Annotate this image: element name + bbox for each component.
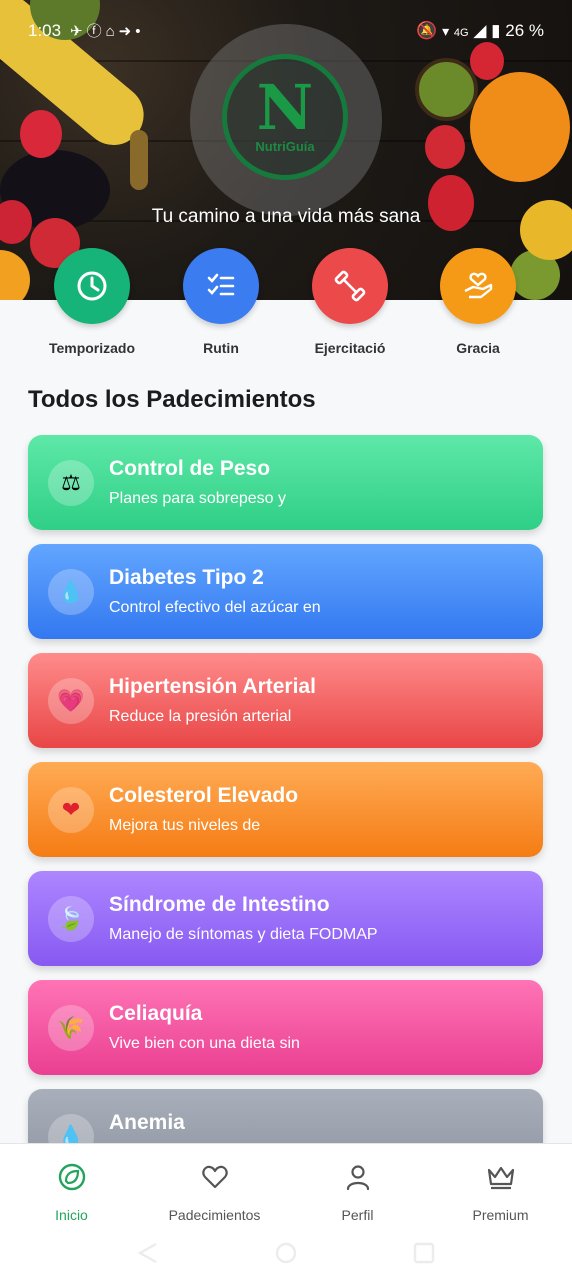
condition-card-hipertension[interactable]: 💗 Hipertensión Arterial Reduce la presió… xyxy=(28,653,543,748)
logo-name: NutriGuía xyxy=(255,139,315,154)
condition-card-diabetes[interactable]: 💧 Diabetes Tipo 2 Control efectivo del a… xyxy=(28,544,543,639)
home-button-icon xyxy=(275,1242,297,1264)
notification-icons: ✈ⓕ⌂➜• xyxy=(70,23,145,40)
heart-outline-icon xyxy=(143,1162,286,1197)
nav-label: Premium xyxy=(472,1207,529,1223)
condition-title: Síndrome de Intestino xyxy=(109,893,330,916)
quick-action-label: Gracia xyxy=(456,340,500,356)
heart-hand-icon[interactable] xyxy=(440,248,516,324)
nav-label: Padecimientos xyxy=(168,1207,261,1223)
quick-action-ejercitacio[interactable]: Ejercitació xyxy=(280,248,420,356)
condition-card-colesterol[interactable]: ❤ Colesterol Elevado Mejora tus niveles … xyxy=(28,762,543,857)
battery-icon: ▮ xyxy=(491,21,501,40)
wifi-icon: ▾ xyxy=(442,23,450,39)
quick-action-label: Temporizado xyxy=(48,340,136,356)
quick-action-gracia[interactable]: Gracia xyxy=(408,248,548,356)
crown-icon xyxy=(429,1162,572,1197)
heart-pulse-icon: 💗 xyxy=(48,678,94,724)
condition-card-intestino[interactable]: 🍃 Síndrome de Intestino Manejo de síntom… xyxy=(28,871,543,966)
checklist-icon[interactable] xyxy=(183,248,259,324)
fruit-decoration xyxy=(425,125,465,169)
condition-subtitle: Control efectivo del azúcar en xyxy=(109,599,321,616)
condition-title: Diabetes Tipo 2 xyxy=(109,566,264,589)
condition-card-celiaquia[interactable]: 🌾 Celiaquía Vive bien con una dieta sin xyxy=(28,980,543,1075)
wheat-icon: 🌾 xyxy=(48,1005,94,1051)
condition-title: Control de Peso xyxy=(109,457,271,480)
logo-mark-icon: N xyxy=(256,71,314,144)
condition-subtitle: Reduce la presión arterial xyxy=(109,708,292,725)
condition-title: Hipertensión Arterial xyxy=(109,675,316,698)
status-right: 🔕 ▾ 4G ◢ ▮ 26 % xyxy=(416,21,544,41)
quick-action-temporizado[interactable]: Temporizado xyxy=(22,248,162,356)
quick-action-label: Rutin xyxy=(203,340,239,356)
clock-icon[interactable] xyxy=(54,248,130,324)
quick-action-rutin[interactable]: Rutin xyxy=(151,248,291,356)
condition-subtitle: Vive bien con una dieta sin xyxy=(109,1035,300,1052)
bottom-navigation: Inicio Padecimientos Perfil Premium xyxy=(0,1143,572,1281)
mute-icon: 🔕 xyxy=(416,21,438,40)
condition-title: Anemia xyxy=(109,1111,185,1134)
section-title: Todos los Padecimientos xyxy=(28,386,316,413)
home-leaf-icon xyxy=(0,1162,143,1197)
dumbbell-icon[interactable] xyxy=(312,248,388,324)
heart-icon: ❤ xyxy=(48,787,94,833)
nav-perfil[interactable]: Perfil xyxy=(286,1162,429,1223)
fruit-decoration xyxy=(470,72,570,182)
person-icon xyxy=(286,1162,429,1197)
network-type: 4G xyxy=(453,27,469,39)
condition-subtitle: Mejora tus niveles de xyxy=(109,817,261,834)
blood-drop-icon: 💧 xyxy=(48,569,94,615)
fruit-decoration xyxy=(20,110,62,158)
battery-level: 26 % xyxy=(505,21,544,40)
leaf-icon: 🍃 xyxy=(48,896,94,942)
tagline: Tu camino a una vida más sana xyxy=(151,206,421,227)
fruit-decoration xyxy=(130,130,148,190)
nav-label: Inicio xyxy=(55,1207,88,1223)
status-time: 1:03 xyxy=(28,21,62,40)
back-icon xyxy=(137,1242,157,1264)
fruit-decoration xyxy=(415,58,478,121)
quick-action-label: Ejercitació xyxy=(314,340,386,356)
condition-subtitle: Manejo de síntomas y dieta FODMAP xyxy=(109,926,378,943)
scale-icon: ⚖ xyxy=(48,460,94,506)
system-navigation-bar xyxy=(0,1238,572,1268)
condition-title: Celiaquía xyxy=(109,1002,203,1025)
recents-icon xyxy=(413,1242,435,1264)
nav-inicio[interactable]: Inicio xyxy=(0,1162,143,1223)
app-logo: N NutriGuía xyxy=(222,54,348,180)
condition-title: Colesterol Elevado xyxy=(109,784,299,807)
quick-actions: Temporizado Rutin Ejercitació Gracia xyxy=(0,248,572,368)
condition-subtitle: Planes para sobrepeso y xyxy=(109,490,286,507)
nav-premium[interactable]: Premium xyxy=(429,1162,572,1223)
condition-card-control-de-peso[interactable]: ⚖ Control de Peso Planes para sobrepeso … xyxy=(28,435,543,530)
nav-label: Perfil xyxy=(341,1207,374,1223)
signal-icon: ◢ xyxy=(473,21,487,40)
nav-padecimientos[interactable]: Padecimientos xyxy=(143,1162,286,1223)
